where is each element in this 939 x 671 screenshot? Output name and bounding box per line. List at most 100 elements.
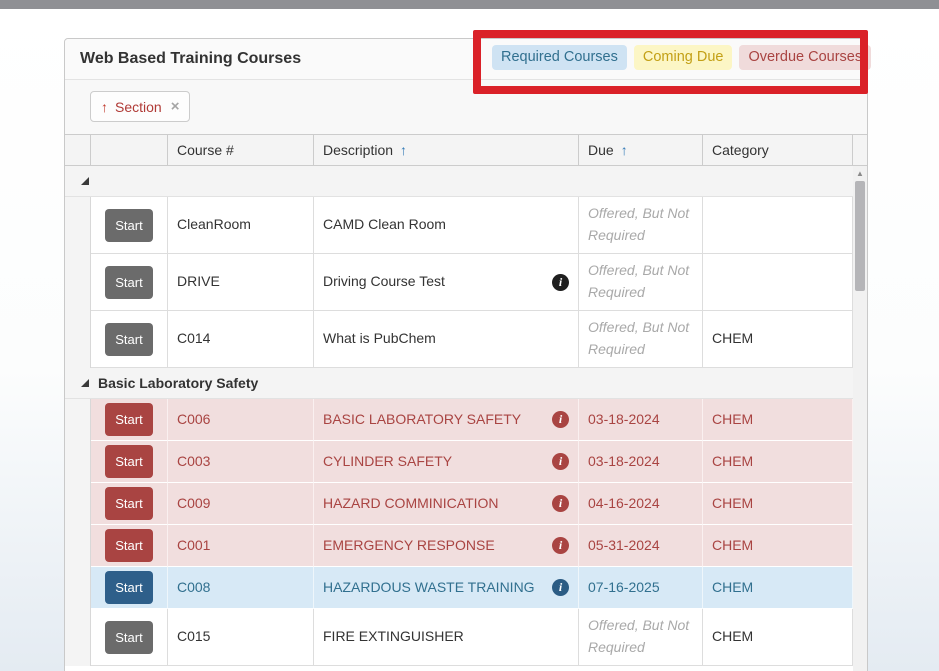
table-row[interactable]: StartC014What is PubChemOffered, But Not… xyxy=(65,311,853,368)
category-cell: CHEM xyxy=(703,399,853,441)
table-row[interactable]: StartC001EMERGENCY RESPONSEi05-31-2024CH… xyxy=(65,525,853,567)
column-header-blank-0 xyxy=(65,135,91,165)
due-cell: Offered, But Not Required xyxy=(579,609,703,666)
course-number-cell: C008 xyxy=(168,567,314,609)
training-courses-panel: Web Based Training Courses ↑ Section × C… xyxy=(64,38,868,671)
start-cell: Start xyxy=(91,441,168,483)
legend-overdue: Overdue Courses xyxy=(739,45,871,70)
description-text: EMERGENCY RESPONSE xyxy=(323,535,495,557)
description-cell: What is PubChem xyxy=(314,311,579,368)
scrollbar-thumb[interactable] xyxy=(855,181,865,291)
column-header-description[interactable]: Description↑ xyxy=(314,135,579,165)
description-text: HAZARD COMMINICATION xyxy=(323,493,499,515)
row-indent xyxy=(65,399,91,441)
description-cell: EMERGENCY RESPONSE i xyxy=(314,525,579,567)
collapse-group-icon[interactable] xyxy=(81,379,89,387)
start-button[interactable]: Start xyxy=(105,529,153,562)
table-row[interactable]: StartC009HAZARD COMMINICATIONi04-16-2024… xyxy=(65,483,853,525)
course-number-cell: C015 xyxy=(168,609,314,666)
group-label: Basic Laboratory Safety xyxy=(98,375,258,391)
table-row[interactable]: Start C006 BASIC LABORATORY SAFETY i 03-18-2… xyxy=(65,399,853,441)
category-cell: CHEM xyxy=(703,525,853,567)
row-indent xyxy=(65,525,91,567)
description-text: CAMD Clean Room xyxy=(323,214,446,236)
section-group-chip[interactable]: ↑ Section × xyxy=(90,91,190,122)
column-header-course[interactable]: Course # xyxy=(168,135,314,165)
start-cell: Start xyxy=(91,609,168,666)
scroll-up-arrow-icon[interactable]: ▲ xyxy=(853,166,867,181)
description-cell: FIRE EXTINGUISHER xyxy=(314,609,579,666)
page-title: Web Based Training Courses xyxy=(65,50,301,68)
info-icon[interactable]: i xyxy=(552,495,569,512)
column-header-blank-1 xyxy=(91,135,168,165)
course-number-cell: DRIVE xyxy=(168,254,314,311)
grid-header: Course # Description↑ Due ↑ Category xyxy=(65,134,867,166)
due-cell: 03-18-2024 xyxy=(579,399,703,441)
due-cell: Offered, But Not Required xyxy=(579,197,703,254)
course-number-cell: C006 xyxy=(168,399,314,441)
start-cell: Start xyxy=(91,567,168,609)
chip-remove-icon[interactable]: × xyxy=(171,98,180,115)
start-button[interactable]: Start xyxy=(105,445,153,478)
category-cell: CHEM xyxy=(703,441,853,483)
sort-asc-icon: ↑ xyxy=(101,99,108,115)
category-cell xyxy=(703,197,853,254)
course-number-cell: CleanRoom xyxy=(168,197,314,254)
column-header-category[interactable]: Category xyxy=(703,135,853,165)
status-legend: Required CoursesComing DueOverdue Course… xyxy=(492,45,871,70)
start-button[interactable]: Start xyxy=(105,487,153,520)
due-cell: 07-16-2025 xyxy=(579,567,703,609)
vertical-scrollbar[interactable]: ▲ xyxy=(853,166,867,671)
course-number-cell: C014 xyxy=(168,311,314,368)
start-button[interactable]: Start xyxy=(105,621,153,654)
description-text: BASIC LABORATORY SAFETY xyxy=(323,409,521,431)
info-icon[interactable]: i xyxy=(552,579,569,596)
description-cell: HAZARDOUS WASTE TRAINING i xyxy=(314,567,579,609)
sort-asc-icon[interactable]: ↑ xyxy=(400,142,407,158)
table-row[interactable]: Start DRIVE Driving Course Test i Offered, B… xyxy=(65,254,853,311)
description-text: HAZARDOUS WASTE TRAINING xyxy=(323,577,535,599)
page: Web Based Training Courses ↑ Section × C… xyxy=(0,0,939,671)
description-cell: CAMD Clean Room xyxy=(314,197,579,254)
start-button[interactable]: Start xyxy=(105,323,153,356)
legend-required: Required Courses xyxy=(492,45,627,70)
info-icon[interactable]: i xyxy=(552,453,569,470)
row-indent xyxy=(65,567,91,609)
info-icon[interactable]: i xyxy=(552,537,569,554)
sort-asc-icon[interactable]: ↑ xyxy=(621,142,628,158)
column-header-due[interactable]: Due ↑ xyxy=(579,135,703,165)
start-button[interactable]: Start xyxy=(105,266,153,299)
start-button[interactable]: Start xyxy=(105,209,153,242)
row-indent xyxy=(65,254,91,311)
top-bar xyxy=(0,0,939,9)
category-cell: CHEM xyxy=(703,311,853,368)
group-row[interactable] xyxy=(65,166,853,197)
column-label: Category xyxy=(712,142,769,158)
category-cell: CHEM xyxy=(703,483,853,525)
course-number-cell: C001 xyxy=(168,525,314,567)
description-text: Driving Course Test xyxy=(323,271,445,293)
row-indent xyxy=(65,311,91,368)
description-text: What is PubChem xyxy=(323,328,436,350)
info-icon[interactable]: i xyxy=(552,411,569,428)
row-indent xyxy=(65,441,91,483)
table-row[interactable]: StartC003CYLINDER SAFETYi03-18-2024CHEM xyxy=(65,441,853,483)
course-number-cell: C003 xyxy=(168,441,314,483)
start-cell: Start xyxy=(91,311,168,368)
table-row[interactable]: Start C008 HAZARDOUS WASTE TRAINING i 07-16-… xyxy=(65,567,853,609)
collapse-group-icon[interactable] xyxy=(81,177,89,185)
group-row[interactable]: Basic Laboratory Safety xyxy=(65,368,853,399)
category-cell: CHEM xyxy=(703,609,853,666)
category-cell xyxy=(703,254,853,311)
description-text: CYLINDER SAFETY xyxy=(323,451,452,473)
start-button[interactable]: Start xyxy=(105,403,153,436)
due-cell: Offered, But Not Required xyxy=(579,254,703,311)
start-cell: Start xyxy=(91,525,168,567)
column-label: Course # xyxy=(177,142,234,158)
start-button[interactable]: Start xyxy=(105,571,153,604)
category-cell: CHEM xyxy=(703,567,853,609)
table-row[interactable]: Start CleanRoom CAMD Clean Room Offered, Bu… xyxy=(65,197,853,254)
column-label: Due xyxy=(588,142,614,158)
table-row[interactable]: Start C015FIRE EXTINGUISHEROffered, But N… xyxy=(65,609,853,666)
info-icon[interactable]: i xyxy=(552,274,569,291)
